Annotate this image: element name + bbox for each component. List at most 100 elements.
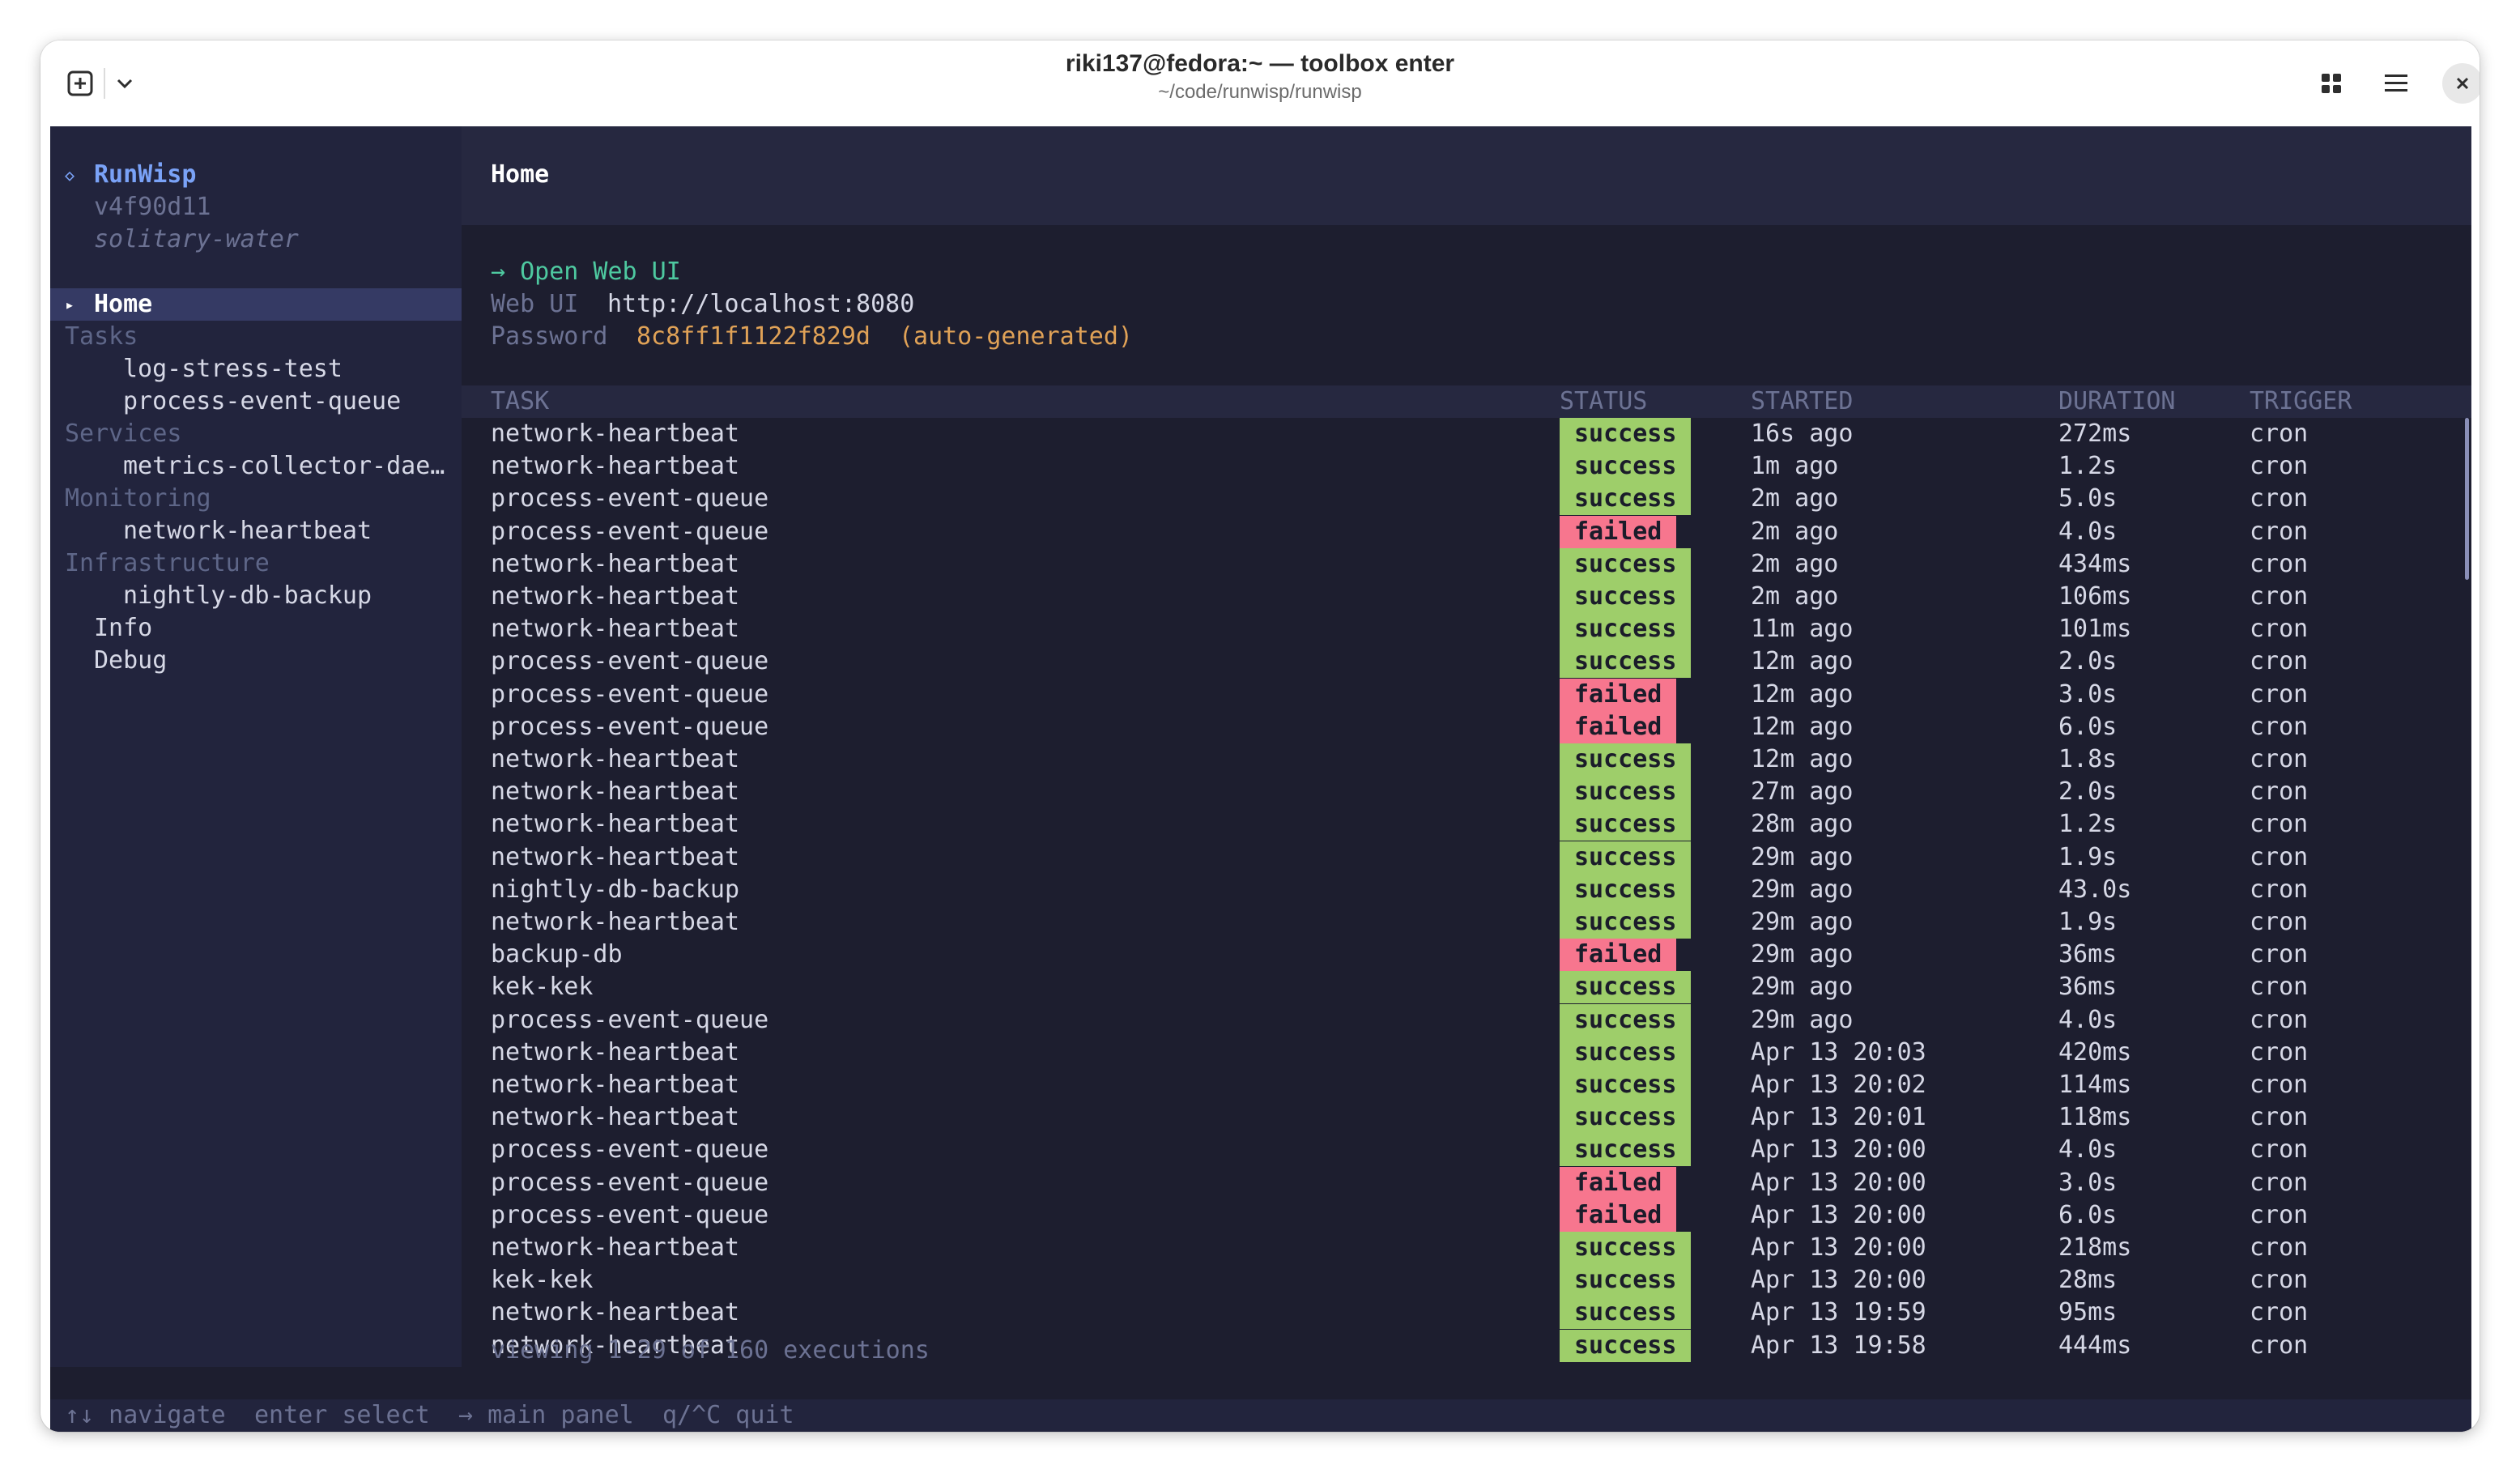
cell-duration: 444ms bbox=[2058, 1331, 2132, 1360]
cell-trigger: cron bbox=[2250, 647, 2309, 676]
cell-started: 12m ago bbox=[1751, 745, 1854, 773]
table-row[interactable]: network-heartbeat success Apr 13 19:59 95ms… bbox=[462, 1297, 2471, 1330]
web-ui-url[interactable]: http://localhost:8080 bbox=[607, 288, 914, 321]
cell-started: Apr 13 19:59 bbox=[1751, 1298, 1926, 1327]
table-row[interactable]: process-event-queue failed 12m ago 3.0s cron bbox=[462, 678, 2471, 711]
cell-task: process-event-queue bbox=[491, 484, 769, 513]
sidebar-item-process-event-queue[interactable]: process-event-queue bbox=[50, 385, 462, 418]
cell-started: Apr 13 20:00 bbox=[1751, 1135, 1926, 1165]
table-row[interactable]: process-event-queue failed Apr 13 20:00 6.0… bbox=[462, 1199, 2471, 1232]
table-row[interactable]: network-heartbeat success 16s ago 272ms cron bbox=[462, 418, 2471, 450]
cell-started: Apr 13 20:03 bbox=[1751, 1037, 1926, 1067]
cell-task: process-event-queue bbox=[491, 1168, 769, 1197]
cell-trigger: cron bbox=[2250, 1168, 2309, 1197]
table-row[interactable]: network-heartbeat success 29m ago 1.9s cron bbox=[462, 841, 2471, 874]
table-row[interactable]: nightly-db-backup success 29m ago 43.0s cron bbox=[462, 873, 2471, 906]
sidebar-item-home[interactable]: ▸ Home bbox=[50, 288, 462, 321]
table-row[interactable]: network-heartbeat success 2m ago 434ms cron bbox=[462, 547, 2471, 581]
column-header-trigger[interactable]: TRIGGER bbox=[2250, 385, 2352, 418]
column-header-duration[interactable]: DURATION bbox=[2058, 385, 2176, 418]
column-header-task[interactable]: TASK bbox=[491, 385, 549, 418]
table-row[interactable]: network-heartbeat success Apr 13 20:00 218m… bbox=[462, 1232, 2471, 1264]
status-badge: failed bbox=[1560, 710, 1677, 743]
table-row[interactable]: process-event-queue success 2m ago 5.0s cron bbox=[462, 483, 2471, 516]
cell-duration: 1.8s bbox=[2058, 745, 2118, 773]
status-badge: success bbox=[1560, 1264, 1692, 1297]
column-header-status[interactable]: STATUS bbox=[1560, 385, 1647, 418]
cell-trigger: cron bbox=[2250, 875, 2309, 904]
cell-task: backup-db bbox=[491, 940, 623, 969]
table-row[interactable]: process-event-queue failed 2m ago 4.0s cron bbox=[462, 515, 2471, 548]
cell-started: Apr 13 20:00 bbox=[1751, 1200, 1926, 1229]
overview-button[interactable] bbox=[2313, 65, 2350, 102]
cell-duration: 43.0s bbox=[2058, 875, 2132, 904]
cell-duration: 118ms bbox=[2058, 1103, 2132, 1132]
status-badge: success bbox=[1560, 418, 1692, 450]
table-row[interactable]: backup-db failed 29m ago 36ms cron bbox=[462, 939, 2471, 972]
cell-trigger: cron bbox=[2250, 452, 2309, 481]
sidebar-section-infrastructure: Infrastructure bbox=[50, 547, 462, 580]
app-version: v4f90d11 bbox=[94, 193, 211, 221]
sidebar-item-label: Home bbox=[94, 290, 153, 318]
table-row[interactable]: network-heartbeat success 12m ago 1.8s cron bbox=[462, 743, 2471, 776]
cell-duration: 2.0s bbox=[2058, 647, 2118, 676]
cell-task: network-heartbeat bbox=[491, 1037, 740, 1067]
cell-duration: 36ms bbox=[2058, 940, 2118, 969]
open-web-ui-link[interactable]: → Open Web UI bbox=[491, 256, 681, 288]
table-row[interactable]: kek-kek success Apr 13 20:00 28ms cron bbox=[462, 1264, 2471, 1297]
table-row[interactable]: network-heartbeat success 27m ago 2.0s cron bbox=[462, 776, 2471, 809]
status-badge: success bbox=[1560, 645, 1692, 679]
table-row[interactable]: network-heartbeat success 2m ago 106ms cron bbox=[462, 581, 2471, 613]
cell-task: process-event-queue bbox=[491, 1005, 769, 1034]
table-row[interactable]: process-event-queue success 29m ago 4.0s cro… bbox=[462, 1003, 2471, 1037]
cell-duration: 218ms bbox=[2058, 1233, 2132, 1262]
cell-trigger: cron bbox=[2250, 1233, 2309, 1262]
table-scrollbar[interactable] bbox=[2465, 418, 2469, 580]
sidebar-item-label: log-stress-test bbox=[123, 355, 343, 383]
cell-duration: 1.2s bbox=[2058, 810, 2118, 839]
table-row[interactable]: process-event-queue success 12m ago 2.0s cro… bbox=[462, 645, 2471, 679]
table-row[interactable]: network-heartbeat success Apr 13 20:02 114m… bbox=[462, 1069, 2471, 1101]
sidebar-item-debug[interactable]: Debug bbox=[50, 645, 462, 677]
cell-trigger: cron bbox=[2250, 615, 2309, 644]
cell-started: 1m ago bbox=[1751, 452, 1839, 481]
close-window-button[interactable] bbox=[2442, 63, 2480, 104]
cell-task: network-heartbeat bbox=[491, 615, 740, 644]
status-badge: failed bbox=[1560, 1199, 1677, 1232]
cell-task: network-heartbeat bbox=[491, 908, 740, 936]
table-row[interactable]: network-heartbeat success 29m ago 1.9s cron bbox=[462, 906, 2471, 939]
sidebar-item-info[interactable]: Info bbox=[50, 612, 462, 645]
table-row[interactable]: process-event-queue failed 12m ago 6.0s cron bbox=[462, 710, 2471, 743]
status-badge: failed bbox=[1560, 939, 1677, 972]
sidebar-item-network-heartbeat[interactable]: network-heartbeat bbox=[50, 515, 462, 547]
sidebar-item-nightly-db-backup[interactable]: nightly-db-backup bbox=[50, 580, 462, 612]
cell-duration: 28ms bbox=[2058, 1266, 2118, 1295]
column-header-started[interactable]: STARTED bbox=[1751, 385, 1853, 418]
table-row[interactable]: kek-kek success 29m ago 36ms cron bbox=[462, 971, 2471, 1004]
cell-task: network-heartbeat bbox=[491, 549, 740, 578]
table-row[interactable]: process-event-queue success Apr 13 20:00 4.… bbox=[462, 1134, 2471, 1167]
table-row[interactable]: network-heartbeat success 28m ago 1.2s cron bbox=[462, 808, 2471, 841]
table-row[interactable]: network-heartbeat success Apr 13 20:03 420m… bbox=[462, 1036, 2471, 1069]
instance-name: solitary-water bbox=[94, 225, 299, 253]
table-row[interactable]: process-event-queue failed Apr 13 20:00 3.0… bbox=[462, 1166, 2471, 1199]
cell-task: kek-kek bbox=[491, 973, 594, 1002]
table-row[interactable]: network-heartbeat success Apr 13 20:01 118m… bbox=[462, 1101, 2471, 1135]
cell-task: network-heartbeat bbox=[491, 1071, 740, 1099]
cell-started: Apr 13 19:58 bbox=[1751, 1331, 1926, 1360]
cell-duration: 36ms bbox=[2058, 973, 2118, 1002]
cell-task: network-heartbeat bbox=[491, 1298, 740, 1327]
table-row[interactable]: network-heartbeat success 11m ago 101ms cron bbox=[462, 613, 2471, 646]
sidebar-item-metrics-collector[interactable]: metrics-collector-dae… bbox=[50, 450, 462, 483]
section-label: Services bbox=[65, 419, 182, 448]
sidebar-item-log-stress-test[interactable]: log-stress-test bbox=[50, 353, 462, 385]
table-row[interactable]: network-heartbeat success 1m ago 1.2s cron bbox=[462, 450, 2471, 483]
sidebar-item-label: process-event-queue bbox=[123, 387, 402, 415]
password-note: (auto-generated) bbox=[899, 322, 1133, 351]
main-menu-button[interactable] bbox=[2377, 65, 2415, 102]
status-badge: success bbox=[1560, 547, 1692, 581]
cell-duration: 5.0s bbox=[2058, 484, 2118, 513]
cell-task: network-heartbeat bbox=[491, 1233, 740, 1262]
cell-trigger: cron bbox=[2250, 810, 2309, 839]
status-badge: success bbox=[1560, 581, 1692, 613]
